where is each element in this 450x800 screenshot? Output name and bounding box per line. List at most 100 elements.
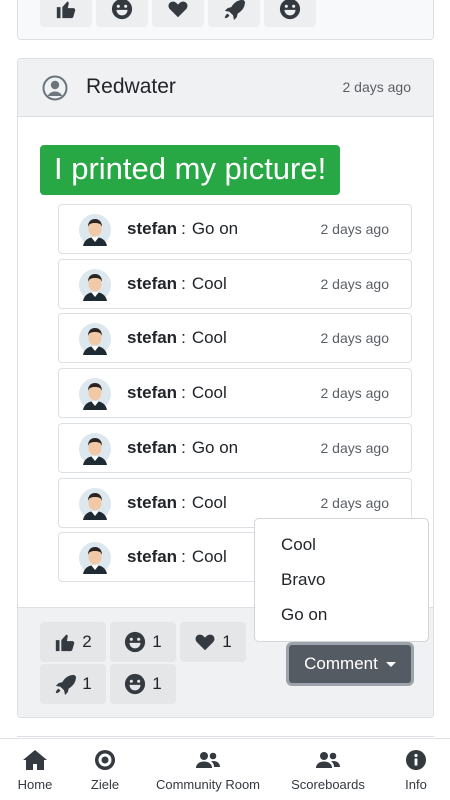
user-avatar xyxy=(79,487,111,520)
nav-item-ziele[interactable]: Ziele xyxy=(84,739,126,800)
nav-item-scoreboards[interactable]: Scoreboards xyxy=(286,739,370,800)
reaction-button-rocket[interactable]: 1 xyxy=(40,664,106,704)
post-time: 2 days ago xyxy=(342,79,412,95)
reaction-button-grin-tongue[interactable]: 1 xyxy=(110,664,176,704)
user-avatar xyxy=(79,323,111,356)
target-icon xyxy=(95,750,115,770)
comment-separator: : xyxy=(181,492,186,512)
reaction-count: 1 xyxy=(152,632,162,651)
comment-text-line: stefan: Go on xyxy=(127,438,238,458)
nav-label: Home xyxy=(17,777,53,792)
reaction-button-grin[interactable] xyxy=(96,0,148,27)
reaction-button-thumbs-up[interactable]: 2 xyxy=(40,622,106,662)
previous-post-card xyxy=(17,0,434,40)
comment-text: Cool xyxy=(191,328,227,348)
user-avatar xyxy=(79,378,111,411)
reaction-button-rocket[interactable] xyxy=(208,0,260,27)
comment-separator: : xyxy=(181,273,186,293)
user-avatar xyxy=(79,542,111,575)
reaction-count: 2 xyxy=(82,632,92,651)
thumbs-up-icon xyxy=(56,1,76,19)
reaction-count: 1 xyxy=(152,674,162,693)
reaction-button-grin-tongue[interactable] xyxy=(264,0,316,27)
heart-icon xyxy=(195,634,215,651)
caret-down-icon xyxy=(385,661,396,667)
nav-label: Info xyxy=(405,777,427,792)
reaction-button-grin[interactable]: 1 xyxy=(110,622,176,662)
comment-text-line: stefan: Cool xyxy=(127,328,227,348)
nav-label: Community Room xyxy=(155,777,261,792)
comment-time: 2 days ago xyxy=(320,330,390,347)
comment-user: stefan xyxy=(127,437,178,457)
grin-icon xyxy=(111,0,133,20)
comment-user: stefan xyxy=(127,383,178,403)
comment-text: Cool xyxy=(191,547,227,567)
post-author: Redwater xyxy=(86,75,176,98)
info-icon xyxy=(406,750,426,770)
comment-item: stefan: Cool 2 days ago xyxy=(58,313,412,364)
grin-tongue-icon xyxy=(125,673,146,695)
comment-text-line: stefan: Cool xyxy=(127,547,227,567)
user-avatar xyxy=(79,214,111,246)
bottom-navigation: Home Ziele Community Room Scoreboards In… xyxy=(0,738,450,800)
user-circle-icon xyxy=(42,75,68,101)
rocket-icon xyxy=(224,0,245,20)
nav-item-home[interactable]: Home xyxy=(14,739,56,800)
comment-option-go-on[interactable]: Go on xyxy=(255,597,428,632)
comment-dropdown-button[interactable]: Comment xyxy=(286,642,414,686)
reaction-button-heart[interactable]: 1 xyxy=(180,622,246,662)
comment-time: 2 days ago xyxy=(320,275,390,292)
user-avatar xyxy=(79,432,111,465)
nav-item-community-room[interactable]: Community Room xyxy=(150,739,266,800)
reaction-button-thumbs-up[interactable] xyxy=(40,0,92,27)
comment-button-label: Comment xyxy=(304,654,378,673)
post-title: I printed my picture! xyxy=(40,145,341,195)
reaction-button-heart[interactable] xyxy=(152,0,204,27)
comment-time: 2 days ago xyxy=(320,385,390,402)
comment-text-line: stefan: Cool xyxy=(127,493,227,513)
comment-user: stefan xyxy=(127,492,178,512)
comment-time: 2 days ago xyxy=(320,494,390,511)
comment-item: stefan: Go on 2 days ago xyxy=(58,204,412,254)
heart-icon xyxy=(168,1,188,18)
reaction-count: 1 xyxy=(82,674,92,693)
thumbs-up-icon xyxy=(56,634,75,652)
comment-option-bravo[interactable]: Bravo xyxy=(255,562,428,597)
comment-user: stefan xyxy=(127,547,178,567)
comment-text: Cool xyxy=(191,383,227,403)
comment-text-line: stefan: Cool xyxy=(127,274,227,294)
comment-separator: : xyxy=(181,547,186,567)
comment-separator: : xyxy=(181,328,186,348)
reaction-count: 1 xyxy=(222,632,232,651)
comment-user: stefan xyxy=(127,219,178,238)
users-icon xyxy=(196,752,220,768)
grin-tongue-icon xyxy=(279,0,301,20)
comment-text: Cool xyxy=(191,273,227,293)
comment-text: Cool xyxy=(191,492,227,512)
page: Redwater 2 days ago I printed my picture… xyxy=(0,0,450,800)
comment-text-line: stefan: Cool xyxy=(127,383,227,403)
comment-item: stefan: Go on 2 days ago xyxy=(58,422,412,473)
nav-item-info[interactable]: Info xyxy=(398,739,434,800)
comment-item: stefan: Cool 2 days ago xyxy=(58,258,412,309)
home-icon xyxy=(23,750,47,770)
rocket-icon xyxy=(56,674,77,695)
comment-time: 2 days ago xyxy=(320,439,390,456)
user-avatar xyxy=(79,268,111,301)
nav-label: Ziele xyxy=(90,777,120,792)
comment-text: Go on xyxy=(191,437,239,457)
comment-text-line: stefan: Go on xyxy=(127,219,238,239)
comment-text: Go on xyxy=(191,219,239,238)
grin-icon xyxy=(125,631,146,653)
comment-user: stefan xyxy=(127,273,178,293)
comment-item: stefan: Cool 2 days ago xyxy=(58,368,412,419)
comment-separator: : xyxy=(181,219,186,238)
comment-options-menu: Cool Bravo Go on xyxy=(254,518,429,642)
comment-time: 2 days ago xyxy=(320,221,390,237)
comment-separator: : xyxy=(181,383,186,403)
comment-separator: : xyxy=(181,437,186,457)
comment-user: stefan xyxy=(127,328,178,348)
post-header: Redwater 2 days ago xyxy=(18,59,433,117)
comment-option-cool[interactable]: Cool xyxy=(255,527,428,562)
users-icon xyxy=(316,752,340,768)
